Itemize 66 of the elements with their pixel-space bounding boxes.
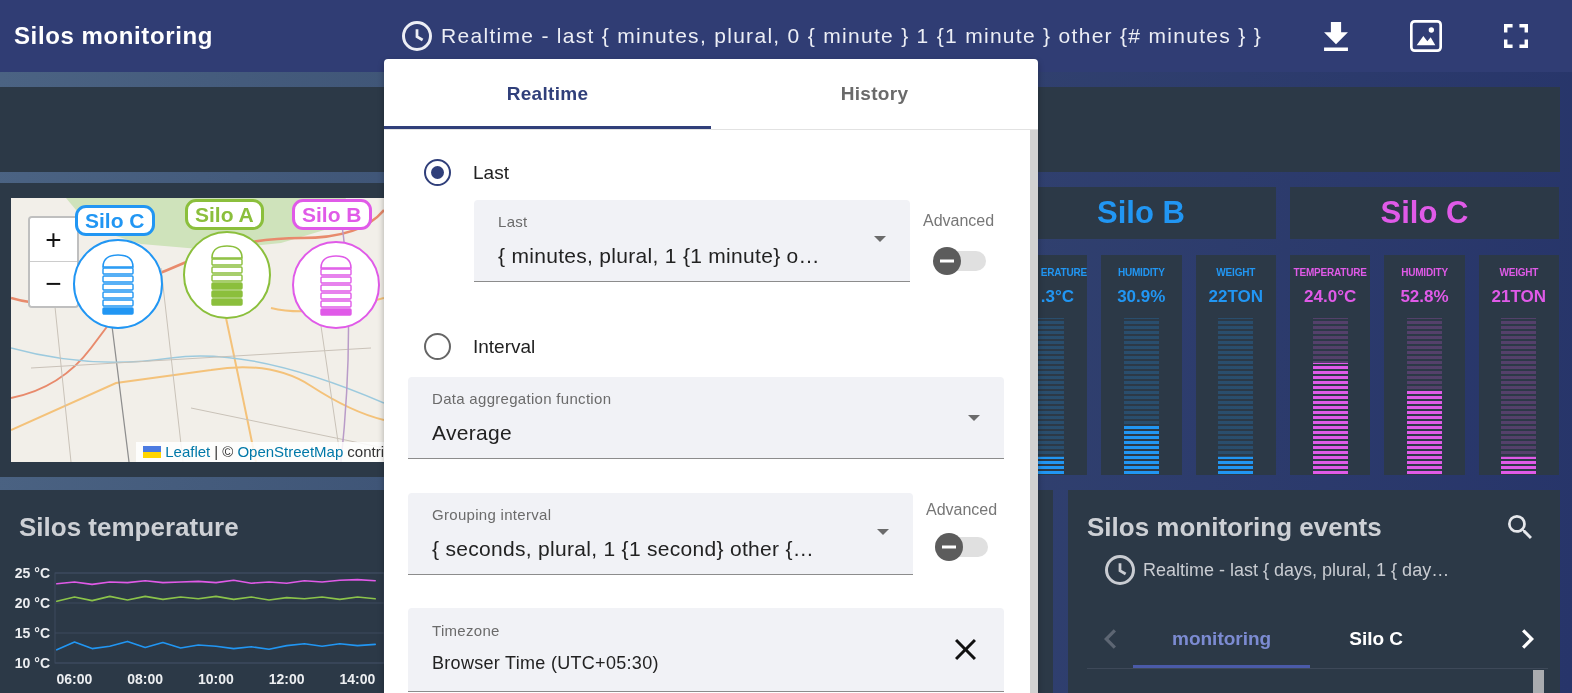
radio-button[interactable] [424,333,451,360]
download-icon[interactable] [1324,21,1348,51]
openstreetmap-link[interactable]: OpenStreetMap [237,443,344,460]
advanced-toggle[interactable] [932,246,988,276]
flag-icon [143,445,162,458]
leaflet-link[interactable]: Leaflet [165,443,211,460]
metric-value: 21TON [1491,286,1547,308]
metric-value: 22TON [1208,286,1263,308]
axis-tick-label: 14:00 [339,671,376,687]
dropdown-caret-icon [874,236,886,242]
search-icon[interactable] [1508,515,1532,539]
chevron-right-icon[interactable] [1522,629,1534,649]
silo-title: Silo B [1038,187,1276,239]
marker-label: Silo B [292,199,372,230]
clock-icon [1105,555,1135,585]
attribution-text: contri [347,443,384,460]
axis-tick-label: 20 °C [14,595,50,611]
fullscreen-icon[interactable] [1504,24,1528,48]
axis-tick-label: 06:00 [56,671,93,687]
tab[interactable]: Silo C [1310,610,1443,668]
select-field[interactable]: Last { minutes, plural, 1 {1 minute} o… [474,200,910,282]
metric-value: 24.0°C [1304,286,1357,308]
metric-label: TEMPERATURE [1293,266,1367,280]
select-field[interactable]: Data aggregation function Average [408,377,1004,459]
metric-value: 30.9% [1117,286,1166,308]
clock-icon [402,21,432,51]
widget-title: Silos monitoring events [1087,512,1382,542]
metric-value: 52.8% [1400,286,1449,308]
silo-title: Silo C [1290,187,1559,239]
metric-label: HUMIDITY [1117,266,1165,280]
toggle-label: Advanced [926,501,998,519]
toggle-label: Advanced [923,212,995,230]
scrollbar-thumb[interactable] [1533,670,1544,693]
metric-label: ERATURE [1040,266,1087,280]
axis-tick-label: 15 °C [14,625,50,641]
metric-label: WEIGHT [1499,266,1539,280]
radio-label[interactable]: Interval [473,335,536,358]
advanced-toggle[interactable] [934,532,990,562]
dropdown-caret-icon [877,529,889,535]
metric-value: .3°C [1040,286,1075,308]
metric-label: HUMIDITY [1401,266,1448,280]
timewindow-button[interactable]: Realtime - last { days, plural, 1 { day… [1105,555,1450,585]
timewindow-button[interactable]: Realtime - last { minutes, plural, 0 { minute } 1 {1 minute } other {# minutes } } [402,21,1262,51]
marker-label: Silo C [75,205,155,236]
app-title: Silos monitoring [14,22,214,50]
dropdown-caret-icon [968,414,980,421]
metric-label: WEIGHT [1216,266,1256,280]
axis-tick-label: 25 °C [14,565,50,581]
axis-tick-label: 08:00 [127,671,164,687]
attribution-text: | © [214,443,234,460]
chart-title: Silos temperature [18,512,239,542]
scrollbar[interactable] [1030,130,1038,693]
close-icon[interactable] [955,639,976,660]
timezone-field[interactable]: Timezone Browser Time (UTC+05:30) [408,608,1004,692]
tab[interactable]: History [711,59,1038,129]
tab[interactable]: Realtime [384,59,711,129]
radio-label[interactable]: Last [473,161,509,184]
axis-tick-label: 10 °C [14,655,50,671]
axis-tick-label: 10:00 [198,671,234,687]
tab[interactable]: monitoring [1133,610,1311,668]
image-icon[interactable] [1410,20,1442,52]
radio-button[interactable] [424,159,451,186]
select-field[interactable]: Grouping interval { seconds, plural, 1 {1 second} other {… [408,493,913,575]
marker-label: Silo A [185,199,264,230]
axis-tick-label: 12:00 [268,671,305,687]
zoom-in-button[interactable]: + [30,218,77,262]
